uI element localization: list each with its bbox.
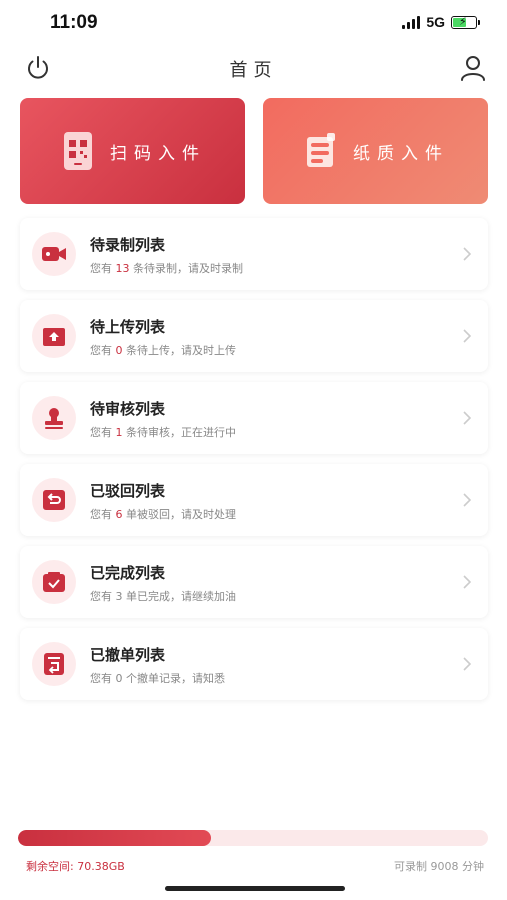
storage-progress-fill	[18, 830, 211, 846]
stamp-icon	[32, 396, 76, 440]
paper-entry-button[interactable]: 纸质入件	[263, 98, 488, 204]
list-item-title: 已驳回列表	[90, 482, 166, 500]
user-icon[interactable]	[459, 54, 487, 82]
phone-qr-icon	[64, 132, 92, 170]
list-item-subtitle: 您有 0 个撤单记录，请知悉	[90, 672, 225, 685]
list-item-subtitle: 您有 6 单被驳回，请及时处理	[90, 508, 236, 521]
chevron-right-icon	[463, 411, 472, 425]
list-item-title: 待上传列表	[90, 318, 166, 336]
page-title: 首页	[229, 60, 278, 81]
nav-bar: 首页	[0, 48, 507, 90]
task-list: 待录制列表 您有 13 条待录制，请及时录制 待上传列表 您有 0 条待上传，请…	[20, 218, 488, 710]
list-item-subtitle: 您有 0 条待上传，请及时上传	[90, 344, 236, 357]
list-item-completed[interactable]: 已完成列表 您有 3 单已完成，请继续加油	[20, 546, 488, 618]
storage-free-label: 剩余空间: 70.38GB	[26, 860, 125, 873]
chevron-right-icon	[463, 247, 472, 261]
list-item-title: 已完成列表	[90, 564, 166, 582]
status-time: 11:09	[50, 12, 98, 33]
home-indicator[interactable]	[165, 886, 345, 891]
chevron-right-icon	[463, 657, 472, 671]
undo-document-icon	[32, 642, 76, 686]
paper-document-icon	[307, 133, 335, 167]
list-item-pending-review[interactable]: 待审核列表 您有 1 条待审核，正在进行中	[20, 382, 488, 454]
storage-progress-track	[18, 830, 488, 846]
chevron-right-icon	[463, 575, 472, 589]
list-item-cancelled[interactable]: 已撤单列表 您有 0 个撤单记录，请知悉	[20, 628, 488, 700]
chevron-right-icon	[463, 493, 472, 507]
list-item-pending-recording[interactable]: 待录制列表 您有 13 条待录制，请及时录制	[20, 218, 488, 290]
signal-icon	[402, 15, 421, 29]
list-item-pending-upload[interactable]: 待上传列表 您有 0 条待上传，请及时上传	[20, 300, 488, 372]
list-item-title: 待录制列表	[90, 236, 166, 254]
storage-indicator: 剩余空间: 70.38GB 可录制 9008 分钟	[18, 830, 488, 873]
check-box-icon	[32, 560, 76, 604]
chevron-right-icon	[463, 329, 472, 343]
battery-icon: ⚡	[451, 15, 480, 29]
list-item-title: 待审核列表	[90, 400, 166, 418]
list-item-subtitle: 您有 13 条待录制，请及时录制	[90, 262, 243, 275]
list-item-title: 已撤单列表	[90, 646, 166, 664]
scan-entry-label: 扫码入件	[110, 143, 206, 164]
status-bar: 11:09 5G ⚡	[0, 0, 507, 48]
scan-entry-button[interactable]: 扫码入件	[20, 98, 245, 204]
list-item-rejected[interactable]: 已驳回列表 您有 6 单被驳回，请及时处理	[20, 464, 488, 536]
list-item-subtitle: 您有 3 单已完成，请继续加油	[90, 590, 236, 603]
status-indicators: 5G ⚡	[402, 14, 480, 30]
list-item-subtitle: 您有 1 条待审核，正在进行中	[90, 426, 236, 439]
video-camera-icon	[32, 232, 76, 276]
paper-entry-label: 纸质入件	[353, 143, 449, 164]
network-type: 5G	[426, 14, 445, 30]
storage-record-label: 可录制 9008 分钟	[394, 860, 484, 873]
return-icon	[32, 478, 76, 522]
upload-box-icon	[32, 314, 76, 358]
